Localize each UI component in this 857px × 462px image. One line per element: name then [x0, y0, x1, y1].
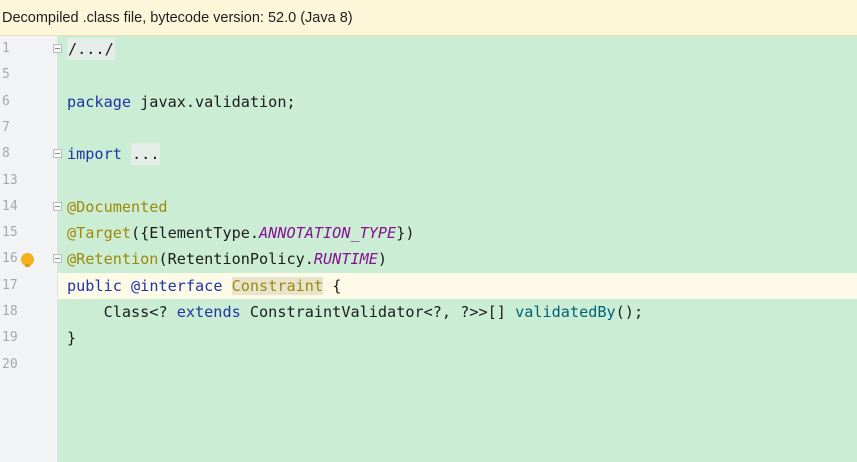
code-token: }) — [396, 224, 415, 242]
code-line-16[interactable]: @Retention(RetentionPolicy.RUNTIME) — [67, 246, 387, 272]
code-line-1[interactable]: /.../ — [67, 36, 115, 62]
annotation-token: @Target — [67, 224, 132, 242]
line-number: 18 — [2, 304, 18, 319]
code-token: ({ElementType. — [131, 224, 260, 242]
code-line-19[interactable]: } — [67, 325, 76, 351]
keyword-token: import — [67, 145, 122, 163]
line-number: 5 — [2, 67, 10, 82]
line-number: 1 — [2, 41, 10, 56]
keyword-token: @interface — [131, 277, 223, 295]
line-number: 17 — [2, 278, 18, 293]
method-token: validatedBy — [515, 303, 616, 321]
line-number: 20 — [2, 357, 18, 372]
annotation-token: @Retention — [67, 250, 159, 268]
folded-region[interactable]: /.../ — [67, 38, 115, 60]
line-number: 14 — [2, 199, 18, 214]
code-line-17[interactable]: public @interface Constraint { — [67, 273, 341, 299]
line-number: 8 — [2, 146, 10, 161]
lightbulb-icon[interactable] — [21, 253, 34, 267]
code-token: ) — [377, 250, 388, 268]
code-token: javax.validation; — [131, 93, 296, 111]
keyword-token: package — [67, 93, 132, 111]
decompiled-banner: Decompiled .class file, bytecode version… — [0, 0, 857, 36]
line-number: 6 — [2, 94, 10, 109]
code-token: { — [323, 277, 342, 295]
line-number: 15 — [2, 225, 18, 240]
code-line-18[interactable]: Class<? extends ConstraintValidator<?, ?… — [67, 299, 644, 325]
code-line-14[interactable]: @Documented — [67, 194, 168, 220]
line-number-gutter[interactable]: 1 5 6 7 8 13 14 15 16 17 18 19 20 — [0, 36, 62, 462]
code-token: (RetentionPolicy. — [158, 250, 314, 268]
annotation-token: @Documented — [67, 198, 168, 216]
code-editor[interactable]: /.../ package javax.validation; import .… — [58, 36, 857, 462]
folded-imports[interactable]: ... — [131, 143, 161, 165]
keyword-token: extends — [176, 303, 241, 321]
constant-token: ANNOTATION_TYPE — [259, 224, 397, 242]
code-token: ConstraintValidator<?, ?>>[] — [240, 303, 516, 321]
identifier-token: Constraint — [231, 277, 324, 295]
constant-token: RUNTIME — [313, 250, 378, 268]
line-number: 13 — [2, 173, 18, 188]
line-number: 16 — [2, 251, 18, 266]
code-token: (); — [615, 303, 644, 321]
code-line-15[interactable]: @Target({ElementType.ANNOTATION_TYPE}) — [67, 220, 414, 246]
code-token: } — [67, 329, 77, 347]
code-token: Class<? — [103, 303, 177, 321]
code-line-8[interactable]: import ... — [67, 141, 161, 167]
line-number: 19 — [2, 330, 18, 345]
keyword-token: public — [67, 277, 122, 295]
banner-text: Decompiled .class file, bytecode version… — [2, 10, 353, 26]
code-line-6[interactable]: package javax.validation; — [67, 89, 296, 115]
line-number: 7 — [2, 120, 10, 135]
